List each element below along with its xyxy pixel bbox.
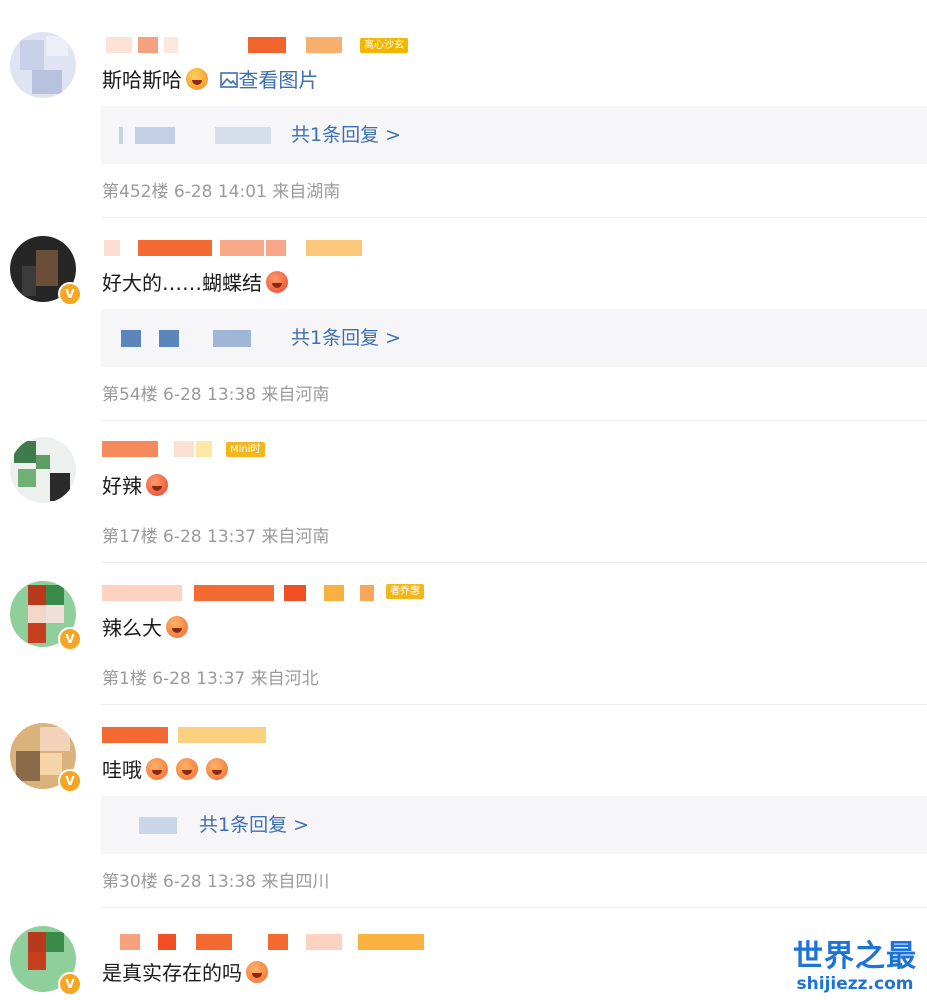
comment-meta: 第30楼 6-28 13:38 来自四川 <box>102 872 330 892</box>
username[interactable] <box>102 236 432 258</box>
verified-badge-icon: V <box>58 769 82 793</box>
verified-badge-icon: V <box>58 627 82 651</box>
comment-item: V 好大的……蝴蝶结 共1条回复 > 第54楼 6-28 13:38 来自河南 <box>0 218 927 421</box>
site-watermark: 世界之最 shijiezz.com <box>793 939 917 995</box>
comment-item: V 者乔惠 辣么大 第1楼 6-28 13:37 来自河北 <box>0 563 927 705</box>
comment-item: 离心沙玄 斯哈斯哈 查看图片 共1条回复 > 第452楼 6-28 14:01 … <box>0 0 927 218</box>
view-image-label: 查看图片 <box>238 68 319 92</box>
username[interactable]: 离心沙玄 <box>102 33 432 55</box>
reply-box[interactable]: 共1条回复 > <box>101 309 927 367</box>
emoji-icon <box>176 758 198 780</box>
comment-text: 哇哦 <box>102 755 228 785</box>
reply-count-link[interactable]: 共1条回复 > <box>199 810 309 840</box>
avatar[interactable] <box>10 437 76 503</box>
emoji-icon <box>146 474 168 496</box>
reply-count-link[interactable]: 共1条回复 > <box>291 323 401 353</box>
comment-text-body: 辣么大 <box>102 616 162 640</box>
reply-box[interactable]: 共1条回复 > <box>101 106 927 164</box>
watermark-title: 世界之最 <box>793 939 917 974</box>
reply-box[interactable]: 共1条回复 > <box>101 796 927 854</box>
comment-item: Mini时 好辣 第17楼 6-28 13:37 来自河南 <box>0 421 927 563</box>
comment-text-body: 斯哈斯哈 <box>102 68 182 92</box>
username[interactable]: 者乔惠 <box>102 581 432 603</box>
comment-text-body: 是真实存在的吗 <box>102 961 242 985</box>
emoji-icon <box>206 758 228 780</box>
comment-meta: 第54楼 6-28 13:38 来自河南 <box>102 385 330 405</box>
image-icon <box>220 72 239 88</box>
comment-text-body: 好大的……蝴蝶结 <box>102 271 262 295</box>
comment-item: V 是真实存在的吗 <box>0 908 927 1000</box>
reply-count-link[interactable]: 共1条回复 > <box>291 120 401 150</box>
comment-text: 好辣 <box>102 471 168 501</box>
watermark-url: shijiezz.com <box>796 974 914 994</box>
username[interactable] <box>102 930 432 952</box>
verified-badge-icon: V <box>58 282 82 306</box>
member-tag: 离心沙玄 <box>360 38 408 53</box>
avatar[interactable] <box>10 32 76 98</box>
comment-item: V 哇哦 共1条回复 > 第30楼 6-28 13:38 来自四川 <box>0 705 927 908</box>
emoji-icon <box>146 758 168 780</box>
emoji-icon <box>266 271 288 293</box>
comment-text: 斯哈斯哈 查看图片 <box>102 65 318 95</box>
comment-text: 是真实存在的吗 <box>102 958 268 988</box>
emoji-icon <box>186 68 208 90</box>
comment-meta: 第1楼 6-28 13:37 来自河北 <box>102 669 319 689</box>
member-tag: Mini时 <box>226 442 265 457</box>
emoji-icon <box>166 616 188 638</box>
username[interactable] <box>102 723 432 745</box>
username[interactable]: Mini时 <box>102 437 432 459</box>
comment-text: 好大的……蝴蝶结 <box>102 268 288 298</box>
emoji-icon <box>246 961 268 983</box>
comment-text-body: 哇哦 <box>102 758 142 782</box>
member-tag: 者乔惠 <box>386 584 424 599</box>
comment-meta: 第452楼 6-28 14:01 来自湖南 <box>102 182 341 202</box>
comment-text: 辣么大 <box>102 613 188 643</box>
comment-text-body: 好辣 <box>102 474 142 498</box>
comment-meta: 第17楼 6-28 13:37 来自河南 <box>102 527 330 547</box>
verified-badge-icon: V <box>58 972 82 996</box>
view-image-link[interactable]: 查看图片 <box>220 68 318 92</box>
